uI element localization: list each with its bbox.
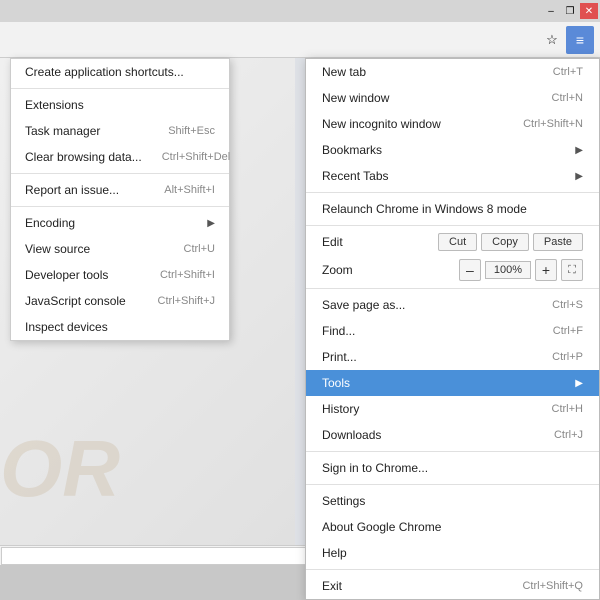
menu-item-relaunch[interactable]: Relaunch Chrome in Windows 8 mode <box>306 196 599 222</box>
zoom-label: Zoom <box>322 263 353 277</box>
submenu-item-create-shortcuts[interactable]: Create application shortcuts... <box>11 59 229 85</box>
submenu-item-extensions[interactable]: Extensions <box>11 92 229 118</box>
menu-item-print[interactable]: Print... Ctrl+P <box>306 344 599 370</box>
bookmark-star-icon[interactable]: ☆ <box>538 26 566 54</box>
menu-item-recent-tabs[interactable]: Recent Tabs ▶ <box>306 163 599 189</box>
toolbar: ☆ ≡ <box>0 22 600 58</box>
browser-window: – ❐ ✕ ☆ ≡ 🔒 SECURE Hacker Proof 🚫 100% F… <box>0 0 600 565</box>
menu-item-new-tab[interactable]: New tab Ctrl+T <box>306 59 599 85</box>
edit-row: Edit Cut Copy Paste <box>306 229 599 255</box>
menu-item-tools[interactable]: Tools ▶ <box>306 370 599 396</box>
menu-item-new-window[interactable]: New window Ctrl+N <box>306 85 599 111</box>
zoom-row: Zoom – 100% + ⛶ <box>306 255 599 285</box>
zoom-minus-button[interactable]: – <box>459 259 481 281</box>
submenu-item-inspect-devices[interactable]: Inspect devices <box>11 314 229 340</box>
submenu-divider-3 <box>11 206 229 207</box>
submenu-item-encoding[interactable]: Encoding ▶ <box>11 210 229 236</box>
menu-item-downloads[interactable]: Downloads Ctrl+J <box>306 422 599 448</box>
copy-button[interactable]: Copy <box>481 233 529 251</box>
zoom-fullscreen-button[interactable]: ⛶ <box>561 259 583 281</box>
watermark-text: OR <box>0 423 120 515</box>
chrome-menu-icon[interactable]: ≡ <box>566 26 594 54</box>
close-button[interactable]: ✕ <box>580 3 598 19</box>
menu-item-sign-in[interactable]: Sign in to Chrome... <box>306 455 599 481</box>
zoom-value: 100% <box>485 261 531 279</box>
edit-label: Edit <box>322 235 343 249</box>
tools-submenu: Create application shortcuts... Extensio… <box>10 58 230 341</box>
restore-button[interactable]: ❐ <box>561 3 579 19</box>
menu-item-exit[interactable]: Exit Ctrl+Shift+Q <box>306 573 599 599</box>
menu-item-about[interactable]: About Google Chrome <box>306 514 599 540</box>
submenu-item-clear-browsing[interactable]: Clear browsing data... Ctrl+Shift+Del <box>11 144 229 170</box>
menu-divider-6 <box>306 569 599 570</box>
menu-divider-5 <box>306 484 599 485</box>
cut-button[interactable]: Cut <box>438 233 477 251</box>
submenu-item-developer-tools[interactable]: Developer tools Ctrl+Shift+I <box>11 262 229 288</box>
menu-item-history[interactable]: History Ctrl+H <box>306 396 599 422</box>
submenu-divider-2 <box>11 173 229 174</box>
menu-item-save-page[interactable]: Save page as... Ctrl+S <box>306 292 599 318</box>
menu-divider-4 <box>306 451 599 452</box>
submenu-item-task-manager[interactable]: Task manager Shift+Esc <box>11 118 229 144</box>
menu-item-help[interactable]: Help <box>306 540 599 566</box>
submenu-item-js-console[interactable]: JavaScript console Ctrl+Shift+J <box>11 288 229 314</box>
submenu-divider-1 <box>11 88 229 89</box>
menu-divider-1 <box>306 192 599 193</box>
menu-item-settings[interactable]: Settings <box>306 488 599 514</box>
main-dropdown-menu: New tab Ctrl+T New window Ctrl+N New inc… <box>305 58 600 600</box>
menu-item-find[interactable]: Find... Ctrl+F <box>306 318 599 344</box>
menu-item-new-incognito[interactable]: New incognito window Ctrl+Shift+N <box>306 111 599 137</box>
zoom-plus-button[interactable]: + <box>535 259 557 281</box>
minimize-button[interactable]: – <box>542 3 560 19</box>
menu-divider-2 <box>306 225 599 226</box>
zoom-controls: – 100% + ⛶ <box>459 259 583 281</box>
submenu-item-report-issue[interactable]: Report an issue... Alt+Shift+I <box>11 177 229 203</box>
paste-button[interactable]: Paste <box>533 233 583 251</box>
menu-divider-3 <box>306 288 599 289</box>
submenu-item-view-source[interactable]: View source Ctrl+U <box>11 236 229 262</box>
edit-buttons: Cut Copy Paste <box>438 233 583 251</box>
menu-item-bookmarks[interactable]: Bookmarks ▶ <box>306 137 599 163</box>
title-bar: – ❐ ✕ <box>0 0 600 22</box>
